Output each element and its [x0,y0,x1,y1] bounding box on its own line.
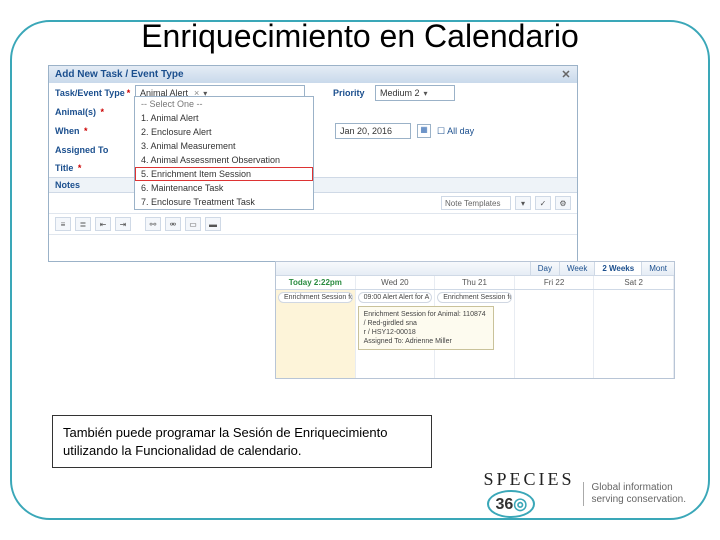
label-title: Title * [55,163,135,173]
calendar-day-headers: Today 2:22pm Wed 20 Thu 21 Fri 22 Sat 2 [276,276,674,290]
dropdown-item[interactable]: 6. Maintenance Task [135,181,313,195]
type-dropdown: -- Select One -- 1. Animal Alert 2. Encl… [134,96,314,210]
logo-360-icon: 36◎ [487,490,535,518]
outdent-icon[interactable]: ⇤ [95,217,111,231]
chevron-down-icon: ▾ [424,89,428,98]
slide-title: Enriquecimiento en Calendario [0,18,720,55]
format-toolbar: ≡ ≣ ⇤ ⇥ ⚯ ⚮ ▭ ▬ [49,214,577,235]
tab-2weeks[interactable]: 2 Weeks [594,262,641,275]
label-animals: Animal(s) * [55,107,135,117]
day-header-today: Today 2:22pm [276,276,356,289]
logo: SPECIES 36◎ Global information serving c… [483,469,686,518]
label-when: When * [55,126,135,136]
calendar-column[interactable]: 09:00 Alert Alert for A Enrichment Sessi… [356,290,436,378]
logo-brand: SPECIES 36◎ [483,469,574,518]
allday-checkbox[interactable]: ☐ All day [437,126,474,137]
calendar-column[interactable] [594,290,674,378]
label-type: Task/Event Type* [55,88,135,98]
day-header: Sat 2 [594,276,674,289]
dropdown-item[interactable]: 7. Enclosure Treatment Task [135,195,313,209]
calendar-panel: Day Week 2 Weeks Mont Today 2:22pm Wed 2… [275,261,675,379]
event-pill[interactable]: 09:00 Alert Alert for A [358,292,433,303]
event-pill[interactable]: Enrichment Session for [437,292,512,303]
day-header: Thu 21 [435,276,515,289]
event-tooltip: Enrichment Session for Animal: 110874 / … [358,306,495,350]
caret-icon[interactable]: ▾ [515,196,531,210]
dropdown-item[interactable]: 1. Animal Alert [135,111,313,125]
priority-select[interactable]: Medium 2▾ [375,85,455,101]
day-header: Fri 22 [515,276,595,289]
caption-box: También puede programar la Sesión de Enr… [52,415,432,468]
list-icon[interactable]: ≡ [55,217,71,231]
dropdown-item-highlighted[interactable]: 5. Enrichment Item Session [135,167,313,181]
dropdown-item[interactable]: 2. Enclosure Alert [135,125,313,139]
gear-icon[interactable]: ⚙ [555,196,571,210]
unlink-icon[interactable]: ⚮ [165,217,181,231]
logo-tagline: Global information serving conservation. [583,482,687,506]
calendar-body: Enrichment Session fo 09:00 Alert Alert … [276,290,674,378]
calendar-tabs: Day Week 2 Weeks Mont [276,262,674,276]
caption-line: También puede programar la Sesión de Enr… [63,424,421,442]
date-field[interactable]: Jan 20, 2016 [335,123,411,139]
tab-week[interactable]: Week [559,262,594,275]
indent-icon[interactable]: ⇥ [115,217,131,231]
dropdown-item[interactable]: 4. Animal Assessment Observation [135,153,313,167]
dropdown-placeholder[interactable]: -- Select One -- [135,97,313,111]
calendar-icon[interactable]: ▦ [417,124,431,138]
dialog-title: Add New Task / Event Type [55,69,184,80]
close-icon[interactable]: ✕ [559,68,573,82]
calendar-column-today[interactable]: Enrichment Session fo [276,290,356,378]
day-header: Wed 20 [356,276,436,289]
label-assigned: Assigned To [55,145,135,155]
event-pill[interactable]: Enrichment Session fo [278,292,353,303]
link-icon[interactable]: ⚯ [145,217,161,231]
tab-day[interactable]: Day [530,262,559,275]
save-icon[interactable]: ▬ [205,217,221,231]
dialog-header: Add New Task / Event Type ✕ [49,66,577,83]
notes-textarea[interactable] [49,235,577,261]
image-icon[interactable]: ▭ [185,217,201,231]
list-icon[interactable]: ≣ [75,217,91,231]
calendar-column[interactable] [515,290,595,378]
note-templates-select[interactable]: Note Templates [441,196,511,210]
label-priority: Priority [333,88,375,98]
tab-month[interactable]: Mont [641,262,674,275]
caption-line: utilizando la Funcionalidad de calendari… [63,442,421,460]
dropdown-item[interactable]: 3. Animal Measurement [135,139,313,153]
check-icon[interactable]: ✓ [535,196,551,210]
